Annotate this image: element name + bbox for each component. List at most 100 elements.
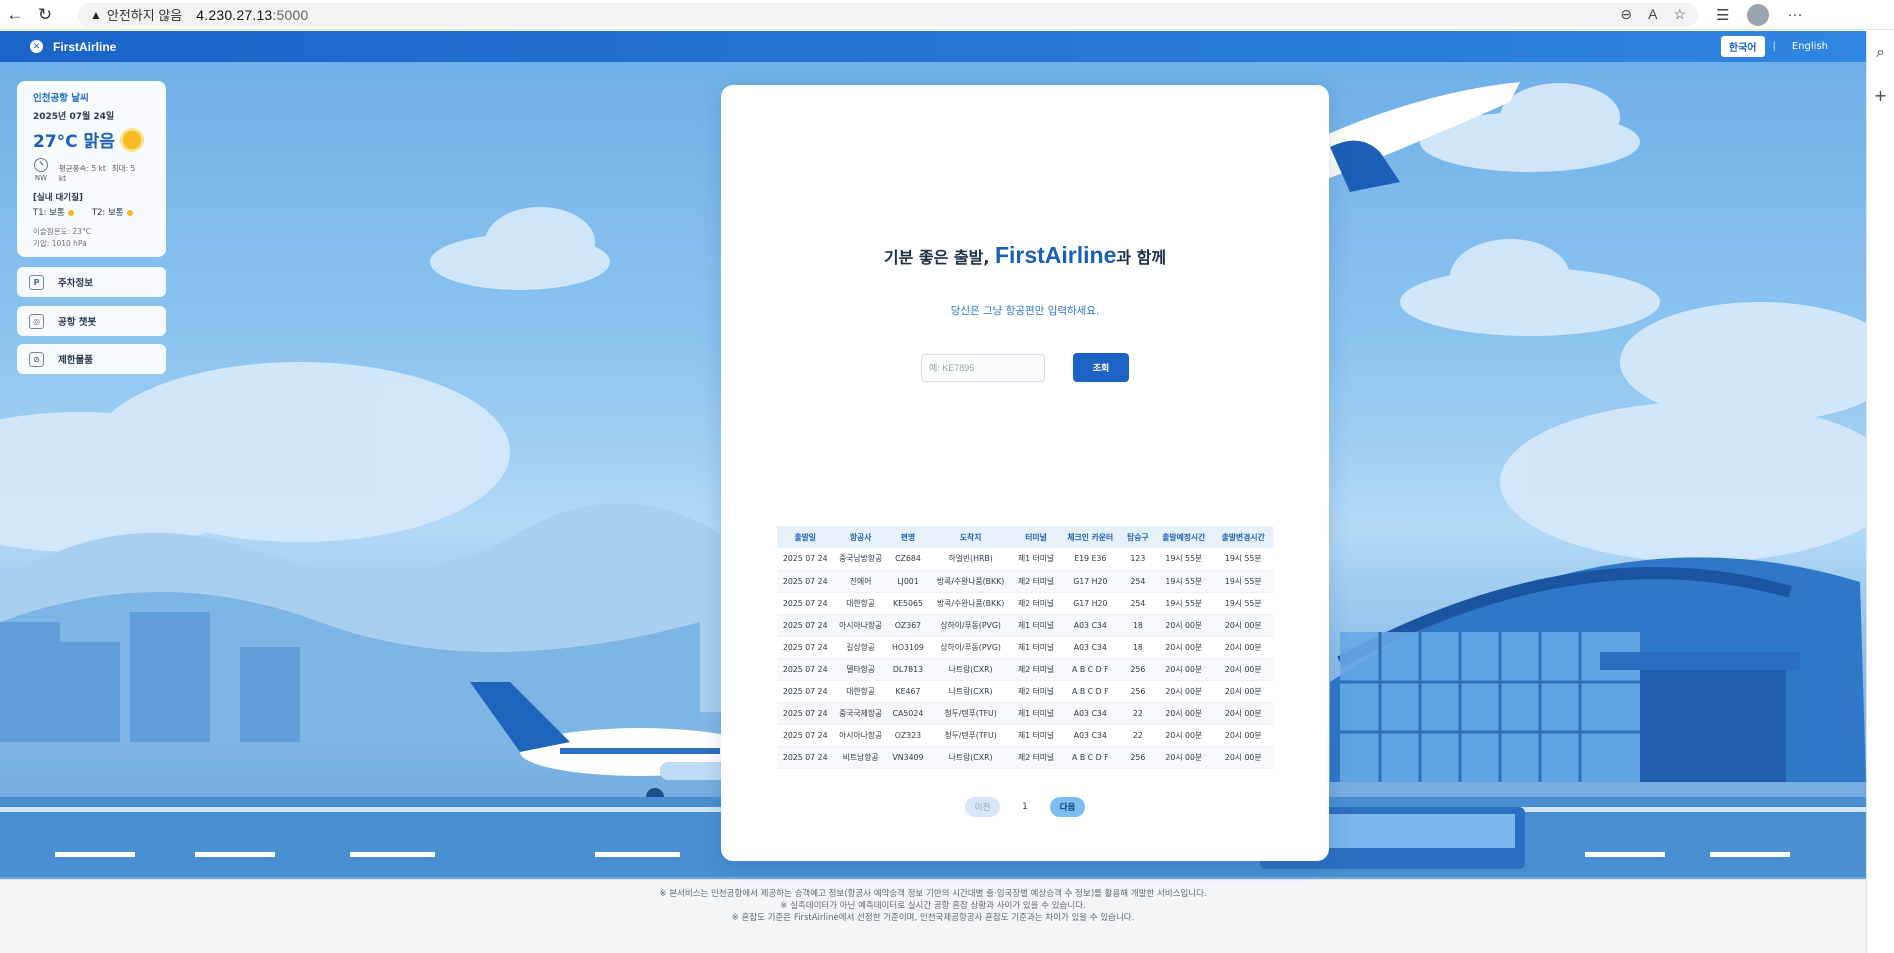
table-cell: OZ323 <box>887 724 929 747</box>
status-dot-icon <box>126 209 133 216</box>
page-title: 기분 좋은 출발, FirstAirline과 함께 <box>883 242 1167 268</box>
table-row[interactable]: 2025 07 24 진에어 LJ001 방콕/수완나품(BKK) 제2 터미널 G17 … <box>777 570 1273 593</box>
search-button[interactable]: 조회 <box>1073 353 1129 382</box>
reload-button[interactable]: ↻ <box>30 0 60 30</box>
table-cell: E19 E36 <box>1058 548 1122 571</box>
table-row[interactable]: 2025 07 24 비트남항공 VN3409 나트랑(CXR) 제2 터미널 A B C… <box>777 746 1273 769</box>
table-cell: 중국남방항공 <box>833 548 888 571</box>
table-cell: 제1 터미널 <box>1013 636 1059 659</box>
parking-info-button[interactable]: P 주차정보 <box>17 267 166 297</box>
table-cell: 아시아나항공 <box>833 724 888 747</box>
back-button[interactable]: ← <box>0 0 30 30</box>
table-cell: A03 C34 <box>1058 702 1122 725</box>
airport-chatbot-button[interactable]: ◎ 공항 챗봇 <box>17 306 166 336</box>
table-cell: 19시 55분 <box>1213 592 1273 615</box>
table-cell: 20시 00분 <box>1154 680 1214 703</box>
table-row[interactable]: 2025 07 24 아시아나항공 OZ323 청두/텐푸(TFU) 제1 터미널 A03… <box>777 724 1273 747</box>
page-number[interactable]: 1 <box>1022 802 1027 812</box>
table-cell: 256 <box>1121 658 1155 681</box>
table-cell: KE5065 <box>887 592 929 615</box>
table-cell: 18 <box>1121 636 1155 659</box>
next-page-button[interactable]: 다음 <box>1049 797 1086 817</box>
table-cell: 123 <box>1121 548 1155 571</box>
table-cell: 제2 터미널 <box>1013 658 1059 681</box>
table-cell: 방콕/수완나품(BKK) <box>928 592 1014 615</box>
column-header: 도착지 <box>928 526 1014 548</box>
favorites-icon[interactable]: ☰ <box>1716 6 1729 24</box>
table-cell: CA5024 <box>887 702 929 725</box>
table-row[interactable]: 2025 07 24 아시아나항공 OZ367 상하이/푸동(PVG) 제1 터미널 A0… <box>777 614 1273 637</box>
table-row[interactable]: 2025 07 24 델타항공 DL7813 나트랑(CXR) 제2 터미널 A B C … <box>777 658 1273 681</box>
table-cell: 20시 00분 <box>1154 658 1214 681</box>
read-aloud-icon[interactable]: A <box>1648 6 1657 23</box>
table-row[interactable]: 2025 07 24 중국남방항공 CZ684 하얼빈(HRB) 제1 터미널 E19 E… <box>777 548 1273 571</box>
address-bar[interactable]: ▲ 안전하지 않음 4.230.27.13:5000 ⊖ A ☆ <box>78 2 1698 27</box>
insecure-label[interactable]: 안전하지 않음 <box>107 5 182 24</box>
table-cell: 2025 07 24 <box>777 570 834 593</box>
column-header: 편명 <box>887 526 929 548</box>
table-cell: 대한항공 <box>833 680 888 703</box>
table-cell: 제1 터미널 <box>1013 724 1059 747</box>
rail-search-icon[interactable]: ⌕ <box>1876 42 1885 62</box>
table-cell: 20시 00분 <box>1154 702 1214 725</box>
browser-side-rail: ⌕ + <box>1866 30 1894 953</box>
table-cell: 하얼빈(HRB) <box>928 548 1014 571</box>
table-cell: 방콕/수완나품(BKK) <box>928 570 1014 593</box>
restricted-items-icon: ⊘ <box>29 351 44 367</box>
table-cell: 20시 00분 <box>1213 636 1273 659</box>
t1-air-quality: T1: 보통 <box>33 206 74 218</box>
prev-page-button[interactable]: 이전 <box>964 797 1001 817</box>
table-cell: 256 <box>1121 746 1155 769</box>
table-cell: A03 C34 <box>1058 724 1122 747</box>
sun-icon <box>122 130 141 149</box>
lang-separator: | <box>1772 41 1776 52</box>
table-cell: 254 <box>1121 570 1155 593</box>
table-cell: 델타항공 <box>833 658 888 681</box>
table-row[interactable]: 2025 07 24 중국국제항공 CA5024 청두/텐푸(TFU) 제1 터미널 A0… <box>777 702 1273 725</box>
table-cell: 19시 55분 <box>1154 592 1214 615</box>
table-row[interactable]: 2025 07 24 대한항공 KE5065 방콕/수완나품(BKK) 제2 터미널 G1… <box>777 592 1273 615</box>
table-cell: 2025 07 24 <box>777 548 834 571</box>
pressure: 기압: 1010 hPa <box>33 239 87 248</box>
table-cell: 22 <box>1121 724 1155 747</box>
table-cell: KE467 <box>887 680 929 703</box>
table-cell: 18 <box>1121 614 1155 637</box>
flight-number-input[interactable] <box>921 354 1045 382</box>
table-cell: 청두/텐푸(TFU) <box>928 724 1014 747</box>
table-cell: 대한항공 <box>833 592 888 615</box>
lang-english-button[interactable]: English <box>1784 38 1836 55</box>
table-cell: 진에어 <box>833 570 888 593</box>
lang-korean-button[interactable]: 한국어 <box>1720 36 1765 57</box>
column-header: 탑승구 <box>1121 526 1155 548</box>
sidebar-item-label: 공항 챗봇 <box>58 317 97 328</box>
table-row[interactable]: 2025 07 24 길상항공 HO3109 상하이/푸동(PVG) 제1 터미널 A03… <box>777 636 1273 659</box>
table-cell: 나트랑(CXR) <box>928 746 1014 769</box>
footer-line: ※ 혼잡도 기준은 FirstAirline에서 선정한 기준이며, 인천국제공… <box>731 913 1135 923</box>
table-cell: 2025 07 24 <box>777 614 834 637</box>
url-host: 4.230.27.13 <box>196 6 273 23</box>
language-switcher: 한국어 | English <box>1720 36 1836 57</box>
table-header-row: 출발일 항공사 편명 도착지 터미널 체크인 카운터 탑승구 출발예정시간 출발… <box>777 526 1273 548</box>
table-cell: 상하이/푸동(PVG) <box>928 636 1014 659</box>
table-cell: 20시 00분 <box>1213 746 1273 769</box>
site-name[interactable]: FirstAirline <box>53 40 116 54</box>
table-cell: A B C D F <box>1058 746 1122 769</box>
url-text[interactable]: 4.230.27.13:5000 <box>196 7 308 23</box>
table-cell: LJ001 <box>887 570 929 593</box>
weather-title: 인천공항 날씨 <box>33 93 89 104</box>
rail-add-icon[interactable]: + <box>1874 86 1887 105</box>
table-cell: 나트랑(CXR) <box>928 658 1014 681</box>
page-subtitle: 당신은 그냥 항공편만 입력하세요. <box>950 305 1100 317</box>
table-cell: 256 <box>1121 680 1155 703</box>
table-cell: 제2 터미널 <box>1013 746 1059 769</box>
table-cell: 제2 터미널 <box>1013 680 1059 703</box>
table-row[interactable]: 2025 07 24 대한항공 KE467 나트랑(CXR) 제2 터미널 A B C D… <box>777 680 1273 703</box>
restricted-items-button[interactable]: ⊘ 제한물품 <box>17 344 166 374</box>
table-cell: 제1 터미널 <box>1013 614 1059 637</box>
zoom-icon[interactable]: ⊖ <box>1620 6 1632 23</box>
table-cell: 20시 00분 <box>1213 614 1273 637</box>
airline-logo-icon[interactable]: ✕ <box>30 40 43 53</box>
more-icon[interactable]: ··· <box>1787 6 1802 23</box>
favorite-star-icon[interactable]: ☆ <box>1673 6 1686 23</box>
profile-avatar[interactable] <box>1747 3 1770 26</box>
